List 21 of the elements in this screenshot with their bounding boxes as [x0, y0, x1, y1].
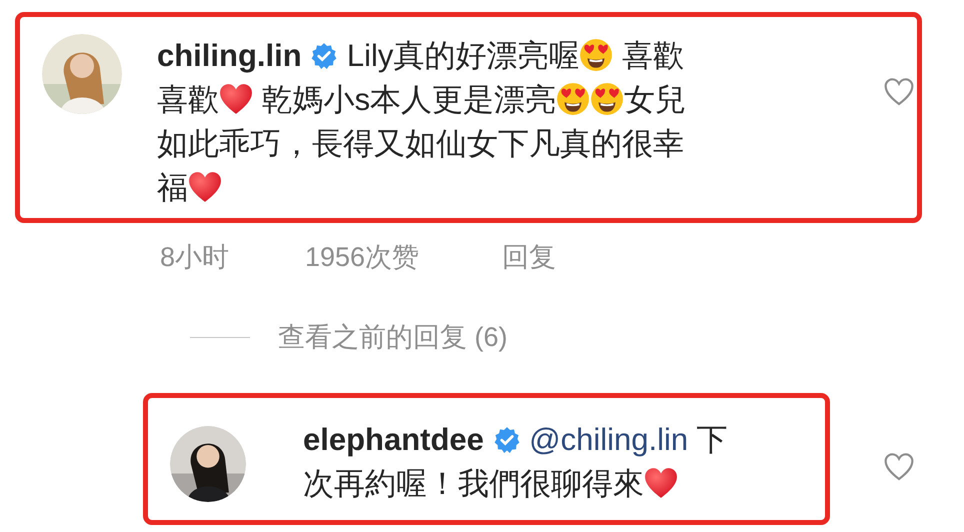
heart-icon — [219, 82, 253, 116]
like-heart-icon[interactable] — [883, 76, 915, 108]
comment-text: 次再約喔！我們很聊得來 — [303, 466, 644, 501]
heart-eyes-face-icon — [556, 82, 590, 116]
comment-text: 如此乖巧，長得又如仙女下凡真的很幸 — [157, 126, 684, 161]
comment-text: 喜歡 — [621, 38, 684, 73]
comment-text: 乾媽小s本人更是漂亮 — [260, 82, 556, 117]
mention-link[interactable]: @chiling.lin — [529, 422, 688, 457]
heart-eyes-face-icon — [590, 82, 624, 116]
heart-eyes-face-icon — [579, 38, 614, 72]
comment-text: 下 — [696, 422, 728, 457]
username[interactable]: chiling.lin — [157, 38, 302, 73]
comment-text: 福 — [157, 170, 188, 205]
comment-text: 女兒 — [624, 82, 686, 117]
comment-text: Lily真的好漂亮喔 — [346, 38, 580, 73]
username[interactable]: elephantdee — [303, 422, 484, 457]
like-heart-icon[interactable] — [883, 451, 915, 483]
heart-icon — [644, 466, 678, 500]
timestamp: 8小时 — [160, 241, 230, 274]
heart-icon — [188, 170, 222, 204]
comment-text: 喜歡 — [157, 82, 219, 117]
